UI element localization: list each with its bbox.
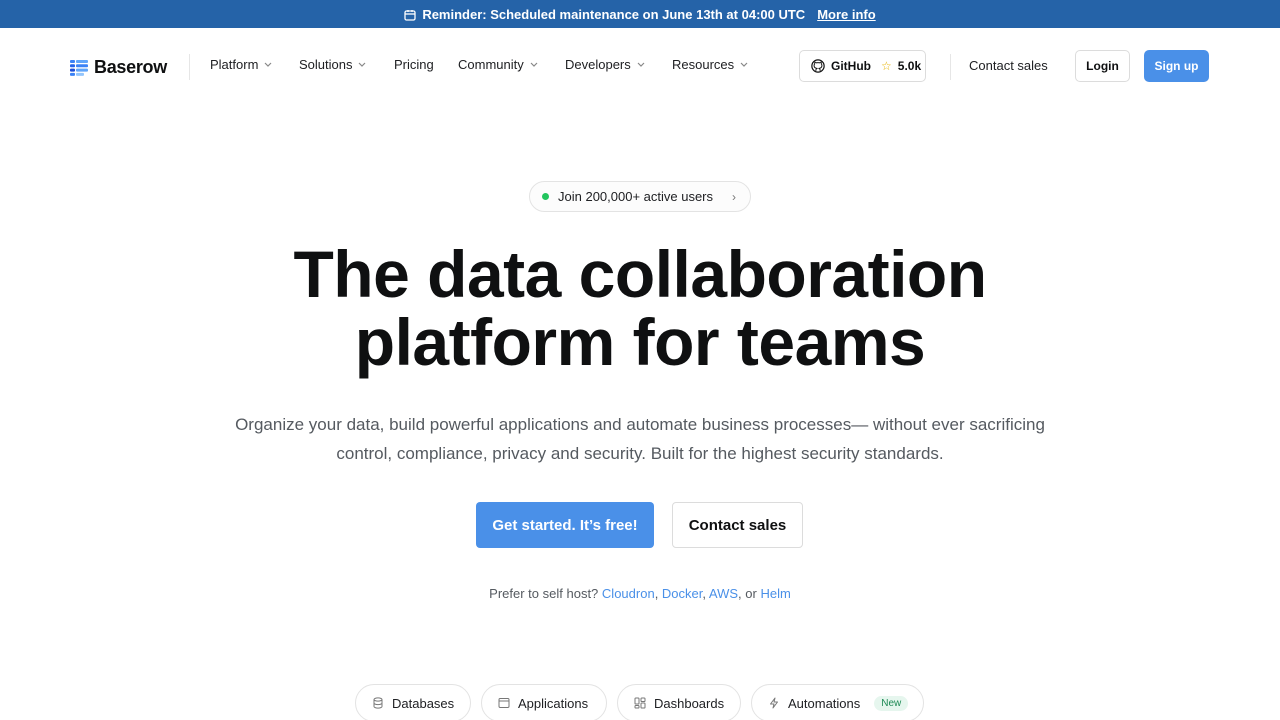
star-icon: ☆ (881, 59, 892, 73)
chevron-down-icon (637, 62, 645, 67)
self-host-or: or (745, 586, 757, 601)
contact-sales-button[interactable]: Contact sales (672, 502, 803, 548)
hero-subtitle-line: Organize your data, build powerful appli… (235, 415, 1045, 434)
hero-title-line: platform for teams (354, 305, 926, 379)
maintenance-banner: Reminder: Scheduled maintenance on June … (0, 0, 1280, 28)
nav-item-label: Resources (672, 57, 735, 72)
chevron-down-icon (359, 62, 366, 67)
brand-logo[interactable]: Baserow (70, 57, 167, 78)
aws-link[interactable]: AWS (709, 586, 738, 601)
nav-item-label: Solutions (299, 57, 353, 72)
nav-divider (950, 54, 951, 80)
tab-databases[interactable]: Databases (355, 684, 471, 720)
feature-tabs: Databases Applications Dashboards Automa… (0, 684, 1280, 720)
cloudron-link[interactable]: Cloudron (602, 586, 655, 601)
tab-automations[interactable]: Automations New (751, 684, 924, 720)
lightning-icon (770, 697, 778, 709)
active-users-pill[interactable]: Join 200,000+ active users › (529, 181, 751, 212)
contact-sales-link[interactable]: Contact sales (969, 58, 1048, 73)
self-host-note: Prefer to self host? Cloudron, Docker, A… (489, 586, 791, 601)
chevron-right-icon: › (732, 189, 736, 204)
nav-item-label: Community (458, 57, 524, 72)
github-label: GitHub (831, 59, 871, 73)
banner-text: Reminder: Scheduled maintenance on June … (422, 6, 806, 22)
github-icon (811, 59, 825, 73)
helm-link[interactable]: Helm (760, 586, 790, 601)
signup-button[interactable]: Sign up (1144, 50, 1209, 82)
github-star-count: 5.0k (897, 59, 922, 73)
nav-item-solutions[interactable]: Solutions (299, 57, 366, 72)
get-started-button[interactable]: Get started. It’s free! (476, 502, 654, 548)
github-button[interactable]: GitHub ☆ 5.0k (799, 50, 926, 82)
tab-label: Dashboards (654, 695, 725, 711)
brand-name: Baserow (94, 57, 167, 77)
database-icon (373, 697, 383, 709)
tab-label: Automations (788, 695, 861, 711)
pill-text: Join 200,000+ active users (558, 189, 714, 204)
self-host-prefix: Prefer to self host? (489, 586, 599, 601)
nav-item-platform[interactable]: Platform (210, 57, 272, 72)
tab-label: Databases (392, 695, 455, 711)
hero-subtitle: Organize your data, build powerful appli… (210, 410, 1070, 468)
nav-item-developers[interactable]: Developers (565, 57, 645, 72)
chevron-down-icon (740, 62, 748, 67)
docker-link[interactable]: Docker (662, 586, 702, 601)
hero-title: The data collaboration platform for team… (0, 240, 1280, 376)
chevron-down-icon (264, 62, 272, 67)
banner-more-info-link[interactable]: More info (817, 7, 876, 22)
hero-title-line: The data collaboration (293, 237, 987, 311)
login-button[interactable]: Login (1075, 50, 1130, 82)
dashboard-icon (634, 697, 646, 709)
top-navigation: Baserow Platform Solutions Pricing Commu… (0, 28, 1280, 104)
status-dot (542, 193, 549, 200)
tab-dashboards[interactable]: Dashboards (617, 684, 741, 720)
chevron-down-icon (530, 62, 538, 67)
nav-item-label: Developers (565, 57, 631, 72)
nav-item-pricing[interactable]: Pricing (394, 57, 434, 72)
nav-item-label: Platform (210, 57, 259, 72)
nav-item-community[interactable]: Community (458, 57, 538, 72)
window-icon (498, 698, 510, 708)
nav-divider (189, 54, 190, 80)
tab-label: Applications (518, 695, 589, 711)
hero-subtitle-line: control, compliance, privacy and securit… (336, 444, 944, 463)
new-badge: New (874, 695, 909, 711)
tab-applications[interactable]: Applications (481, 684, 607, 720)
baserow-logo-icon (70, 59, 88, 76)
nav-item-label: Pricing (394, 57, 434, 72)
calendar-icon (404, 10, 416, 21)
nav-item-resources[interactable]: Resources (672, 57, 748, 72)
